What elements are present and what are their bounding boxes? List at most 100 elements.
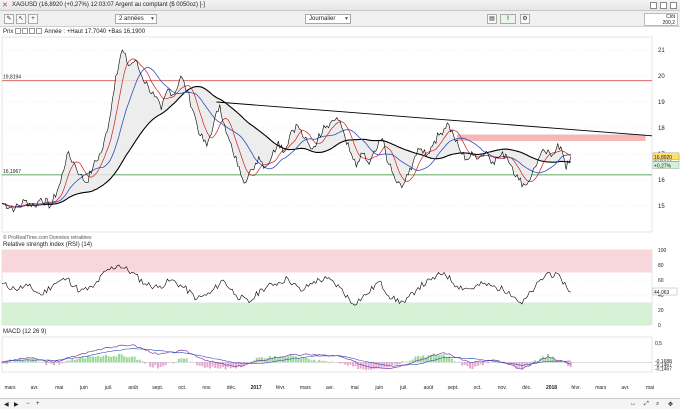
macd-histogram-bar (151, 362, 154, 368)
zoom-control[interactable]: ↔ (630, 401, 636, 407)
macd-histogram-bar (453, 361, 456, 363)
macd-histogram-bar (123, 356, 126, 363)
macd-histogram-bar (354, 362, 357, 367)
macd-histogram-bar (393, 362, 396, 365)
macd-histogram-bar (474, 362, 477, 367)
fit-icon[interactable]: ⤢ (644, 401, 649, 408)
macd-histogram-bar (157, 362, 159, 369)
macd-histogram-bar (346, 362, 349, 366)
scroll-right-icon[interactable]: ▶ (14, 401, 19, 408)
x-axis-label: juin (79, 385, 88, 391)
macd-histogram-bar (112, 355, 115, 363)
x-axis-label: avr. (31, 385, 39, 391)
macd-histogram-bar (370, 362, 373, 370)
x-axis-label: nov. (202, 385, 211, 391)
macd-histogram-bar (261, 357, 263, 363)
macd-histogram-bar (331, 361, 334, 363)
zoom-in-icon[interactable]: + (36, 401, 40, 407)
macd-histogram-bar (378, 362, 380, 369)
x-axis-label: déc. (227, 385, 236, 391)
macd-right-label: 0,5 (655, 341, 662, 347)
macd-histogram-bar (318, 359, 321, 363)
x-axis-label: mars (4, 385, 16, 391)
macd-histogram-bar (409, 360, 412, 363)
macd-histogram-bar (76, 358, 79, 363)
scroll-left-icon[interactable]: ◀ (4, 401, 9, 408)
macd-histogram-bar (435, 354, 438, 363)
macd-histogram-bar (458, 361, 461, 363)
macd-histogram-bar (401, 361, 404, 363)
macd-histogram-bar (250, 361, 253, 363)
macd-histogram-bar (177, 358, 180, 363)
macd-histogram-bar (115, 356, 118, 363)
macd-histogram-bar (391, 362, 393, 366)
macd-histogram-bar (47, 362, 50, 364)
x-axis-label: mai (55, 385, 63, 391)
macd-histogram-bar (81, 356, 84, 363)
macd-histogram-bar (569, 362, 572, 368)
macd-histogram-bar (107, 356, 110, 363)
price-y-tick: 18 (658, 126, 665, 132)
macd-histogram-bar (505, 362, 508, 363)
macd-histogram-bar (162, 362, 165, 367)
macd-histogram-bar (258, 357, 261, 363)
macd-histogram-bar (105, 354, 107, 363)
macd-histogram-bar (42, 361, 45, 363)
x-axis-label: avr. (326, 385, 334, 391)
macd-histogram-bar (411, 359, 414, 363)
magnify-icon[interactable]: ⌕ (656, 401, 659, 408)
macd-histogram-bar (479, 362, 482, 365)
macd-histogram-bar (110, 356, 113, 363)
macd-histogram-bar (27, 358, 29, 363)
x-axis-label: août (424, 385, 434, 391)
macd-histogram-bar (73, 359, 76, 363)
pan-icon[interactable]: ✥ (668, 401, 673, 408)
macd-histogram-bar (541, 356, 544, 363)
macd-histogram-bar (471, 362, 474, 370)
macd-histogram-bar (302, 357, 305, 363)
macd-histogram-bar (63, 362, 66, 363)
price-y-tick: 20 (658, 74, 665, 80)
macd-histogram-bar (185, 358, 188, 363)
macd-histogram-bar (281, 356, 284, 363)
level-label: 16,1967 (3, 169, 21, 175)
macd-histogram-bar (214, 362, 217, 369)
rsi-y-tick: 20 (658, 308, 664, 314)
macd-histogram-bar (190, 361, 193, 363)
x-axis-label: sept. (152, 385, 163, 391)
macd-histogram-bar (406, 361, 409, 363)
macd-histogram-bar (198, 362, 201, 366)
macd-histogram-bar (255, 357, 258, 363)
macd-histogram-bar (445, 356, 448, 363)
x-axis-label: févr. (276, 385, 285, 391)
macd-histogram-bar (99, 357, 102, 363)
macd-histogram-bar (417, 356, 419, 363)
macd-histogram-bar (92, 356, 94, 363)
macd-histogram-bar (211, 362, 214, 367)
zoom-out-icon[interactable]: − (26, 401, 30, 407)
macd-histogram-bar (118, 353, 120, 363)
macd-histogram-bar (125, 357, 128, 363)
macd-histogram-bar (222, 362, 224, 368)
x-axis-label: juil. (104, 385, 113, 391)
x-axis-label: mars (300, 385, 312, 391)
macd-histogram-bar (276, 357, 279, 363)
macd-histogram-bar (183, 358, 185, 363)
macd-histogram-bar (79, 357, 81, 363)
macd-histogram-bar (443, 354, 445, 363)
macd-histogram-bar (45, 362, 48, 365)
x-axis-label: déc. (522, 385, 531, 391)
rsi-overbought-zone (2, 250, 652, 273)
macd-histogram-bar (172, 362, 175, 364)
macd-histogram-bar (328, 362, 331, 364)
macd-histogram-bar (180, 358, 183, 363)
price-y-tick: 21 (658, 48, 665, 54)
macd-histogram-bar (164, 362, 167, 366)
macd-histogram-bar (388, 362, 391, 368)
x-axis-label: mai (351, 385, 359, 391)
rsi-value-label: 44,063 (654, 290, 670, 296)
x-axis-label: mai (646, 385, 654, 391)
macd-histogram-bar (320, 360, 323, 363)
macd-histogram-bar (289, 354, 292, 363)
macd-histogram-bar (55, 362, 58, 364)
